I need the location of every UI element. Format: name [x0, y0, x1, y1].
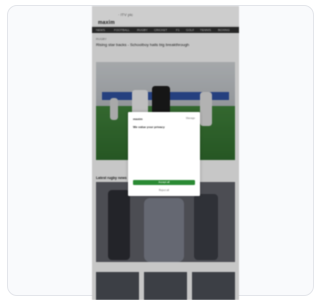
dialog-logo: maxim [133, 117, 143, 121]
manage-link[interactable]: Manage [186, 117, 195, 120]
accept-all-label: Accept all [158, 181, 170, 184]
accept-all-button[interactable]: Accept all [133, 180, 195, 185]
reject-all-link[interactable]: Reject all [133, 189, 195, 192]
dialog-title: We value your privacy [133, 125, 165, 129]
consent-dialog: maxim Manage We value your privacy Accep… [128, 112, 200, 196]
mobile-page: maxim · ITV plc NEWS FOOTBALL RUGBY CRIC… [92, 6, 239, 300]
